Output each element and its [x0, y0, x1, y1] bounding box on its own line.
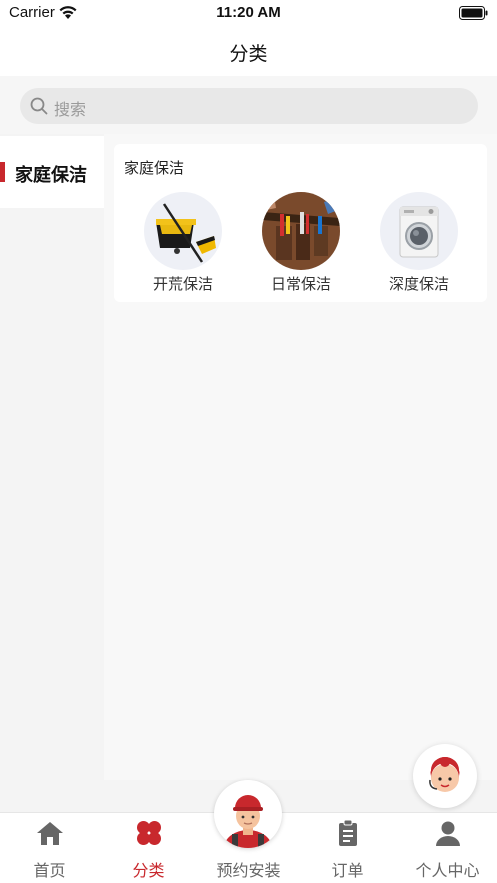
- search-placeholder: 搜索: [54, 102, 87, 119]
- home-icon: [37, 822, 63, 845]
- page-title: 分类: [229, 44, 268, 65]
- worker-avatar: [224, 795, 272, 848]
- category-content: 家庭保洁 开荒保洁 日常保洁 深度保洁: [104, 134, 497, 780]
- status-time: 11:20 AM: [216, 4, 281, 21]
- tool-belt-image: [262, 192, 340, 270]
- navigation-bar: 分类: [0, 26, 497, 76]
- tab-orders[interactable]: 订单: [298, 813, 397, 883]
- battery-icon: [459, 6, 488, 20]
- tab-label: 首页: [33, 863, 66, 880]
- person-icon: [436, 821, 460, 846]
- tab-label: 个人中心: [415, 863, 480, 880]
- customer-service-button[interactable]: [413, 744, 477, 808]
- category-label: 日常保洁: [270, 276, 331, 293]
- search-area: 搜索: [0, 76, 497, 134]
- category-item-daily-cleaning[interactable]: 日常保洁: [251, 192, 351, 294]
- order-icon: [339, 819, 357, 846]
- tab-category[interactable]: 分类: [99, 813, 198, 883]
- category-label: 开荒保洁: [152, 276, 213, 293]
- category-label: 深度保洁: [388, 276, 449, 293]
- search-input[interactable]: 搜索: [20, 88, 478, 124]
- tab-home[interactable]: 首页: [0, 813, 99, 883]
- category-card: 家庭保洁 开荒保洁 日常保洁 深度保洁: [114, 144, 487, 302]
- washing-machine-image: [380, 192, 458, 270]
- search-icon: [30, 97, 48, 115]
- sidebar-item-home-cleaning[interactable]: 家庭保洁: [0, 136, 104, 208]
- category-icon: [137, 821, 161, 845]
- tab-label: 订单: [331, 863, 364, 880]
- mop-bucket-image: [144, 192, 222, 270]
- category-item-deep-cleaning[interactable]: 深度保洁: [369, 192, 469, 294]
- section-title: 家庭保洁: [124, 160, 185, 177]
- status-bar: Carrier 11:20 AM: [0, 0, 497, 26]
- category-sidebar: 家庭保洁: [0, 134, 104, 780]
- book-installation-button[interactable]: [214, 780, 282, 848]
- customer-service-icon: [429, 757, 460, 792]
- sidebar-item-label: 家庭保洁: [15, 165, 87, 185]
- tab-label: 分类: [132, 863, 165, 880]
- active-indicator: [0, 162, 5, 182]
- category-item-move-in-cleaning[interactable]: 开荒保洁: [133, 192, 233, 294]
- tab-label: 预约安装: [216, 863, 281, 880]
- tab-profile[interactable]: 个人中心: [398, 813, 497, 883]
